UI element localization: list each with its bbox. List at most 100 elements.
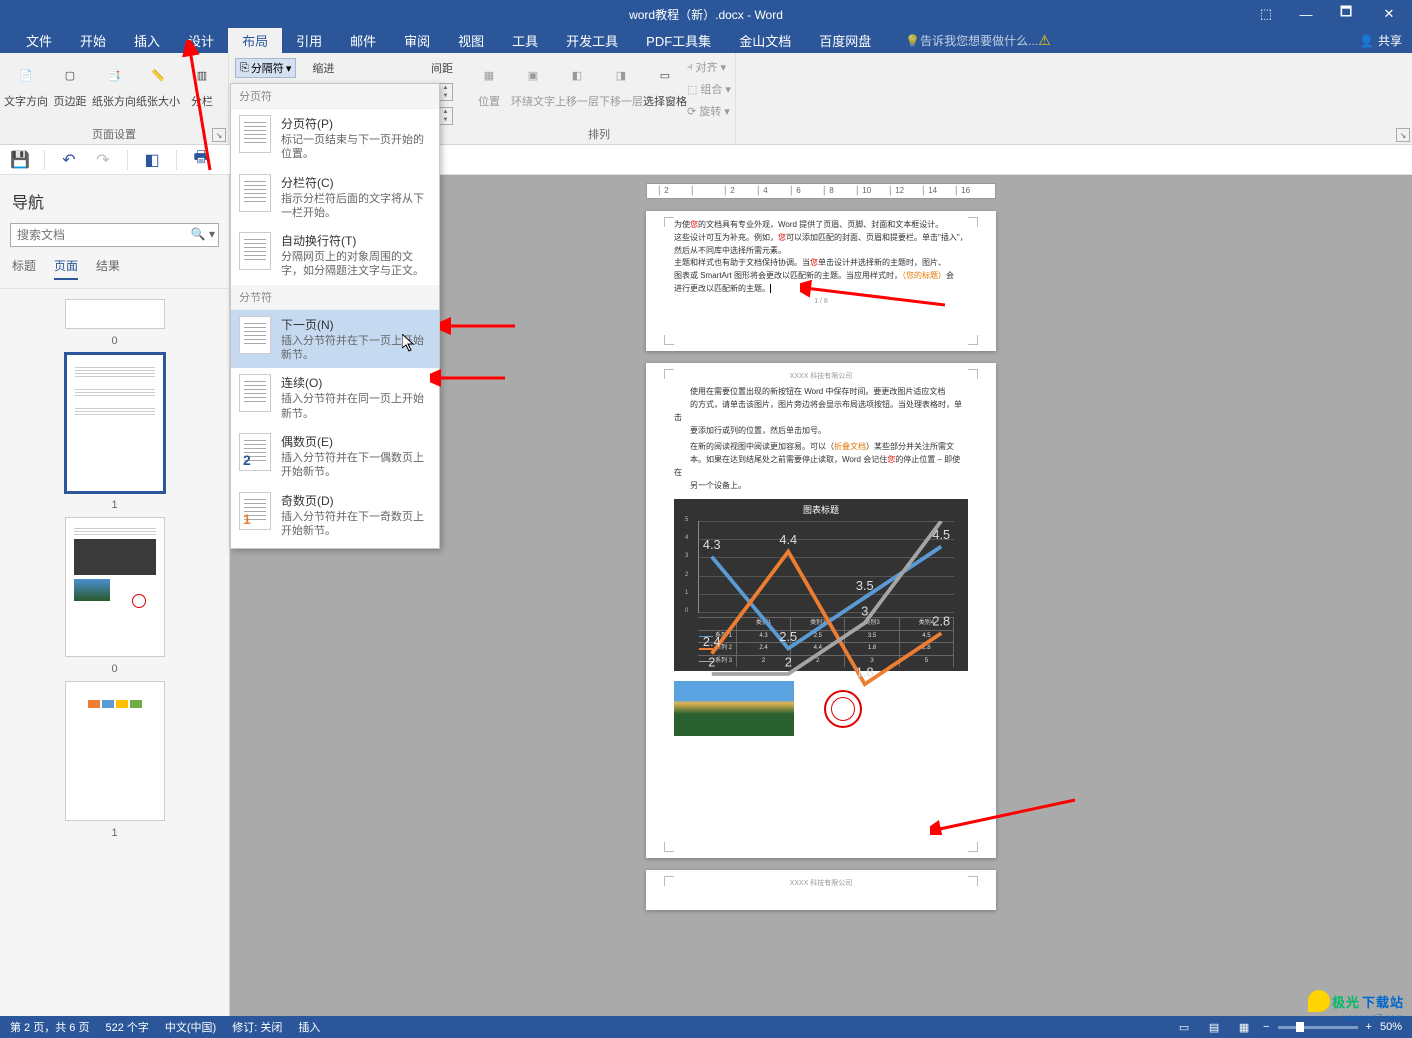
tab-pdf[interactable]: PDF工具集 — [632, 28, 725, 53]
nav-tab-headings[interactable]: 标题 — [12, 257, 36, 280]
status-track[interactable]: 修订: 关闭 — [232, 1019, 282, 1035]
orientation-button[interactable]: 📑纸张方向 — [92, 55, 136, 126]
tab-review[interactable]: 审阅 — [390, 28, 444, 53]
warning-icon[interactable]: ⚠ — [1038, 28, 1051, 53]
svg-text:2.5: 2.5 — [779, 629, 797, 644]
dropdown-item-4[interactable]: 连续(O)插入分节符并在同一页上开始新节。 — [231, 368, 439, 427]
size-button[interactable]: 📏纸张大小 — [136, 55, 180, 126]
svg-text:4.4: 4.4 — [779, 532, 797, 547]
dropdown-item-5[interactable]: 2偶数页(E)插入分节符并在下一偶数页上开始新节。 — [231, 427, 439, 486]
dropdown-item-0[interactable]: 分页符(P)标记一页结束与下一页开始的位置。 — [231, 109, 439, 168]
undo-icon[interactable]: ↶ — [59, 150, 79, 170]
page-setup-launcher[interactable]: ↘ — [212, 128, 226, 142]
columns-button[interactable]: ▥分栏 — [180, 55, 224, 126]
window-options-button[interactable]: ⬚ — [1246, 0, 1286, 28]
svg-text:2.4: 2.4 — [703, 634, 721, 649]
thumbnail-page-2[interactable] — [65, 517, 165, 657]
watermark-logo-icon — [1308, 990, 1330, 1012]
new-icon[interactable]: ◧ — [142, 150, 162, 170]
dropdown-item-2[interactable]: 自动换行符(T)分隔网页上的对象周围的文字，如分隔题注文字与正文。 — [231, 226, 439, 285]
nav-tab-results[interactable]: 结果 — [96, 257, 120, 280]
dropdown-item-6[interactable]: 1奇数页(D)插入分节符并在下一奇数页上开始新节。 — [231, 486, 439, 545]
redo-icon[interactable]: ↷ — [93, 150, 113, 170]
thumbnail-blank[interactable] — [65, 299, 165, 329]
search-icon[interactable]: 🔍 ▾ — [191, 227, 215, 241]
tab-kingsoft[interactable]: 金山文档 — [725, 28, 805, 53]
group-button[interactable]: ⬚ 组合 ▾ — [687, 79, 731, 99]
tab-layout[interactable]: 布局 — [228, 28, 282, 53]
breaks-button[interactable]: ⎘ 分隔符 ▾ — [235, 58, 296, 78]
svg-text:2.8: 2.8 — [932, 614, 950, 629]
group-page-setup: 📄文字方向 ▢页边距 📑纸张方向 📏纸张大小 ▥分栏 页面设置 ↘ — [0, 53, 229, 144]
bring-forward-button[interactable]: ◧上移一层 — [555, 55, 599, 109]
tab-tools[interactable]: 工具 — [498, 28, 552, 53]
paragraph-launcher[interactable]: ↘ — [1396, 128, 1410, 142]
tab-references[interactable]: 引用 — [282, 28, 336, 53]
svg-text:2: 2 — [785, 654, 792, 669]
rotate-button[interactable]: ⟳ 旋转 ▾ — [687, 101, 731, 121]
breaks-dropdown: 分页符 分页符(P)标记一页结束与下一页开始的位置。分栏符(C)指示分栏符后面的… — [230, 83, 440, 549]
position-button[interactable]: ▦位置 — [467, 55, 511, 109]
dropdown-item-3[interactable]: 下一页(N)插入分节符并在下一页上开始新节。 — [231, 310, 439, 369]
tab-view[interactable]: 视图 — [444, 28, 498, 53]
svg-text:4.3: 4.3 — [703, 537, 721, 552]
horizontal-ruler[interactable]: │ 2│ │ 2│ 4│ 6│ 8│ 10│ 12│ 14│ 16 — [646, 183, 996, 199]
window-title: word教程（新）.docx - Word — [629, 6, 783, 23]
print-icon[interactable]: 🖶 — [191, 150, 211, 170]
tab-developer[interactable]: 开发工具 — [552, 28, 632, 53]
indent-label: 缩进 — [312, 60, 334, 76]
selection-pane-button[interactable]: ▭选择窗格 — [643, 55, 687, 109]
status-insert[interactable]: 插入 — [298, 1019, 320, 1035]
status-words[interactable]: 522 个字 — [105, 1019, 148, 1035]
embedded-chart: 图表标题 0123454.32.53.54.52.44.41.82.82235 … — [674, 499, 968, 672]
view-read-button[interactable]: ▭ — [1173, 1018, 1195, 1036]
close-button[interactable]: ✕ — [1366, 0, 1412, 28]
status-bar: 第 2 页，共 6 页 522 个字 中文(中国) 修订: 关闭 插入 ▭ ▤ … — [0, 1016, 1412, 1038]
svg-text:3: 3 — [861, 603, 868, 618]
nav-search: 🔍 ▾ — [10, 223, 219, 247]
status-page[interactable]: 第 2 页，共 6 页 — [10, 1019, 89, 1035]
align-button[interactable]: ⫞ 对齐 ▾ — [687, 57, 731, 77]
thumbnail-page-3[interactable] — [65, 681, 165, 821]
tab-baidu[interactable]: 百度网盘 — [805, 28, 885, 53]
tab-file[interactable]: 文件 — [12, 28, 66, 53]
margins-button[interactable]: ▢页边距 — [48, 55, 92, 126]
save-icon[interactable]: 💾 — [10, 150, 30, 170]
titlebar: word教程（新）.docx - Word ⬚ — 🗖 ✕ — [0, 0, 1412, 28]
status-lang[interactable]: 中文(中国) — [165, 1019, 216, 1035]
ribbon-tabs: 文件 开始 插入 设计 布局 引用 邮件 审阅 视图 工具 开发工具 PDF工具… — [0, 28, 1412, 53]
tab-mailings[interactable]: 邮件 — [336, 28, 390, 53]
tab-home[interactable]: 开始 — [66, 28, 120, 53]
document-page-1[interactable]: 为使您的文档具有专业外观，Word 提供了页眉、页脚、封面和文本框设计。这些设计… — [646, 211, 996, 351]
tab-design[interactable]: 设计 — [174, 28, 228, 53]
view-print-button[interactable]: ▤ — [1203, 1018, 1225, 1036]
quick-access-toolbar: 💾 ↶ ↷ ◧ 🖶 — [0, 145, 1412, 175]
wrap-text-button[interactable]: ▣环绕文字 — [511, 55, 555, 109]
view-web-button[interactable]: ▦ — [1233, 1018, 1255, 1036]
send-backward-button[interactable]: ◨下移一层 — [599, 55, 643, 109]
dropdown-section-section-breaks: 分节符 — [231, 285, 439, 310]
nav-tab-pages[interactable]: 页面 — [54, 257, 78, 280]
text-direction-button[interactable]: 📄文字方向 — [4, 55, 48, 126]
document-page-3[interactable]: XXXX 科技有限公司 — [646, 870, 996, 910]
nav-tabs: 标题 页面 结果 — [0, 257, 229, 289]
dropdown-item-1[interactable]: 分栏符(C)指示分栏符后面的文字将从下一栏开始。 — [231, 168, 439, 227]
zoom-slider[interactable] — [1278, 1026, 1358, 1029]
document-page-2[interactable]: XXXX 科技有限公司 使用在需要位置出现的新按钮在 Word 中保存时间。要更… — [646, 363, 996, 858]
group-label: 页面设置 — [4, 126, 224, 144]
nav-thumbnails: 0 1 0 — [0, 289, 229, 1006]
share-button[interactable]: 👤 共享 — [1359, 28, 1402, 53]
spacing-label: 间距 — [431, 60, 453, 76]
group-arrange: ▦位置 ▣环绕文字 ◧上移一层 ◨下移一层 ▭选择窗格 ⫞ 对齐 ▾ ⬚ 组合 … — [463, 53, 736, 144]
search-input[interactable] — [10, 223, 219, 247]
tell-me[interactable]: 💡 告诉我您想要做什么... — [905, 28, 1038, 53]
thumbnail-page-1[interactable] — [65, 353, 165, 493]
nav-header: 导航 — [0, 185, 229, 223]
maximize-button[interactable]: 🗖 — [1326, 0, 1366, 28]
tab-insert[interactable]: 插入 — [120, 28, 174, 53]
zoom-out-button[interactable]: − — [1263, 1021, 1269, 1033]
minimize-button[interactable]: — — [1286, 0, 1326, 28]
svg-text:1.8: 1.8 — [856, 665, 874, 680]
ribbon: 📄文字方向 ▢页边距 📑纸张方向 📏纸张大小 ▥分栏 页面设置 ↘ ⎘ 分隔符 … — [0, 53, 1412, 145]
svg-text:2: 2 — [708, 654, 715, 669]
